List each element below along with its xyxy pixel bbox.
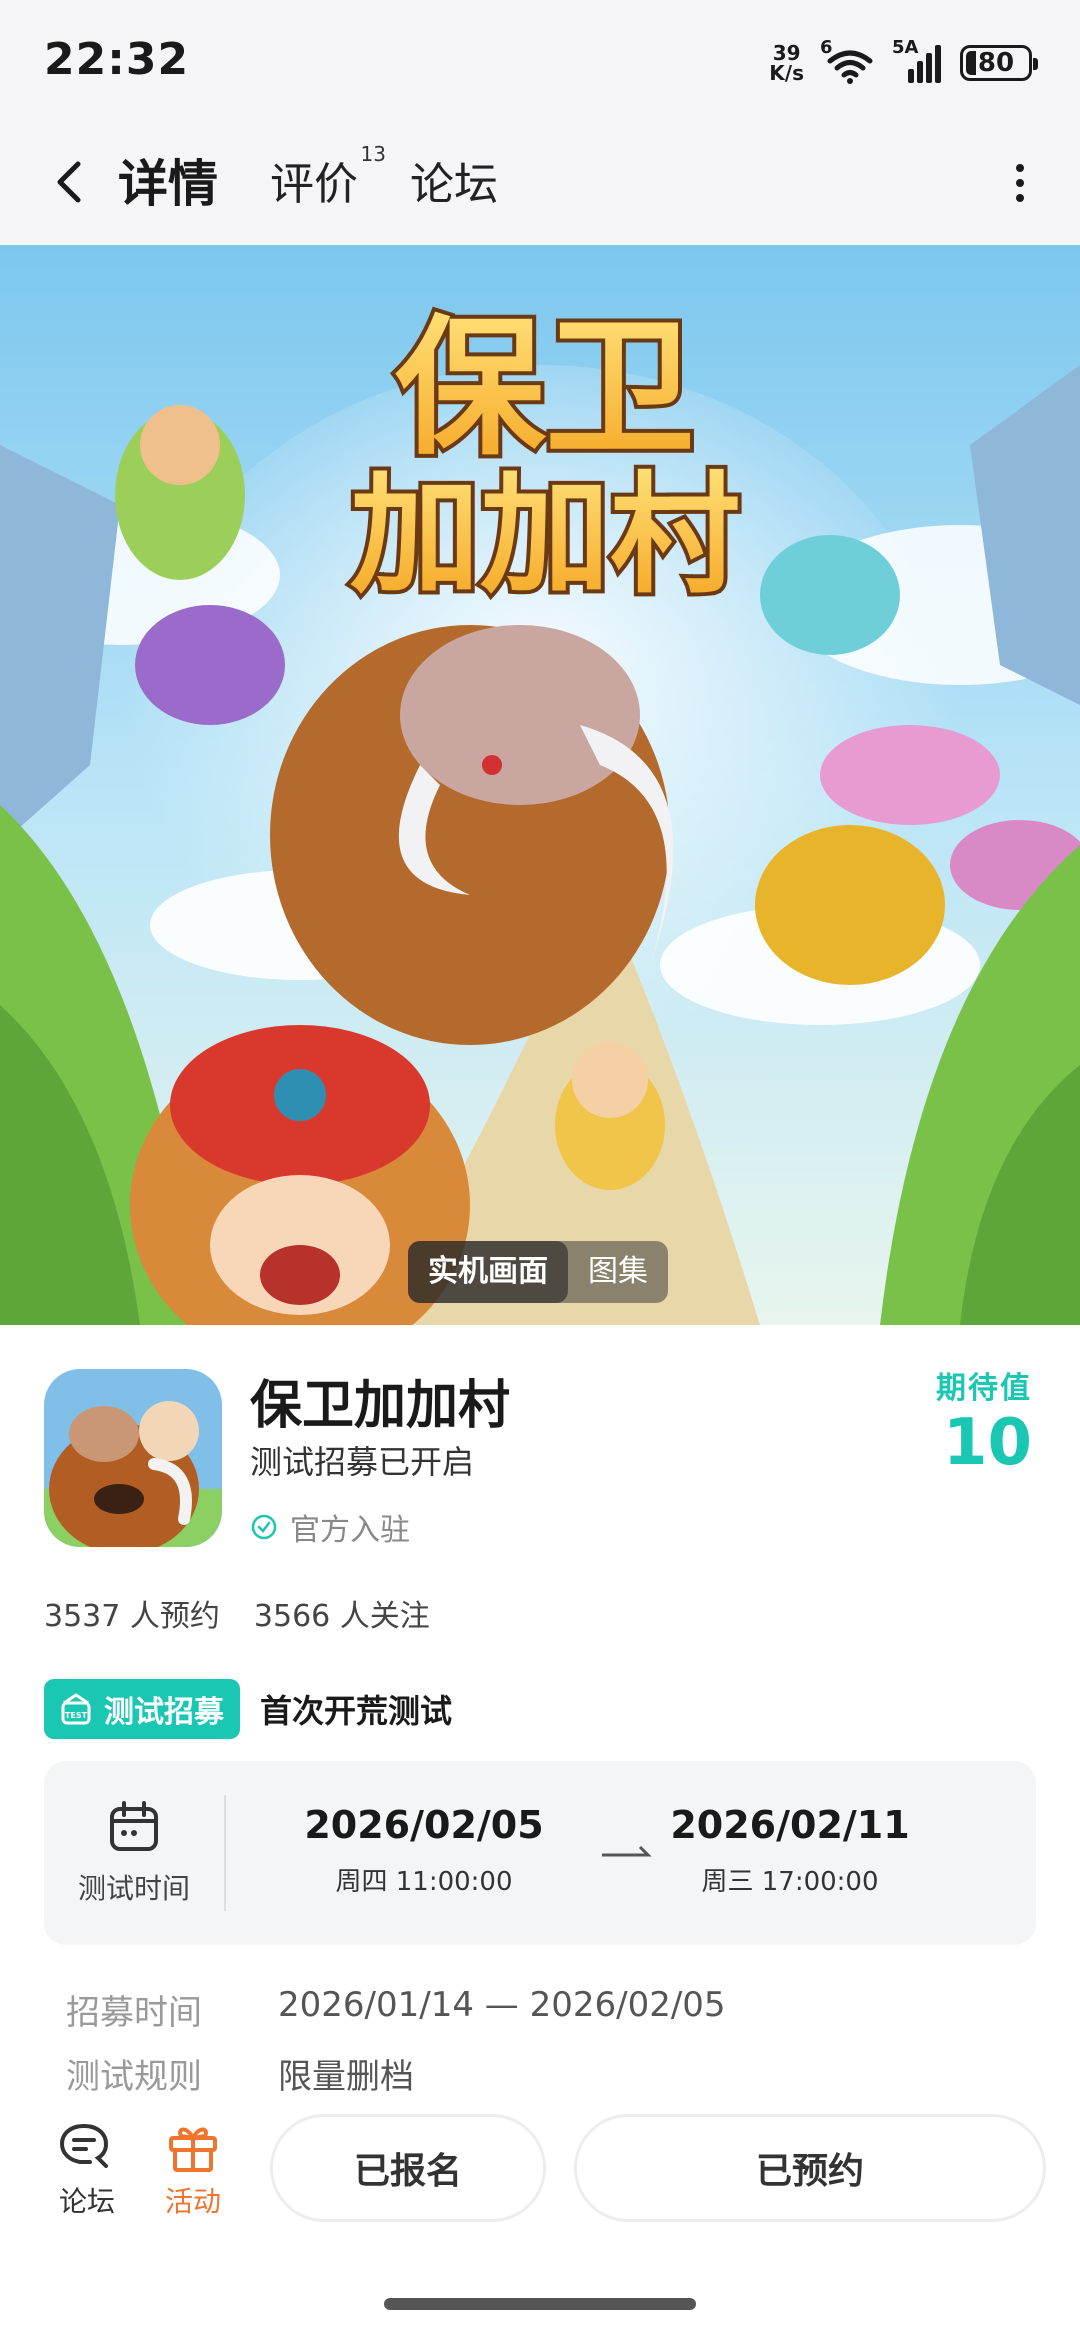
home-indicator[interactable]	[384, 2298, 696, 2310]
tab-detail[interactable]: 详情	[118, 144, 218, 216]
recruit-badge-label: 测试招募	[104, 1695, 224, 1730]
test-icon: TEST	[61, 1693, 91, 1725]
review-count-badge: 13	[360, 142, 386, 166]
header: 详情 评价 13 论坛	[0, 120, 1080, 245]
chevron-left-icon	[57, 161, 81, 203]
status-time: 22:32	[44, 34, 190, 85]
recruit-period-value: 2026/01/14 — 2026/02/05	[278, 1985, 726, 2025]
game-logo: 保卫 加加村	[346, 298, 744, 615]
game-key-art: 保卫 加加村	[0, 245, 1080, 1325]
activity-shortcut-label: 活动	[164, 2185, 221, 2218]
reserved-button[interactable]: 已预约	[574, 2114, 1046, 2222]
test-time-card: 测试时间 2026/02/05 周四 11:00:00 2026/02/11 周…	[44, 1761, 1036, 1945]
reservation-count: 3537 人预约	[44, 1599, 220, 1634]
svg-text:TEST: TEST	[65, 1711, 88, 1720]
check-circle-icon	[251, 1514, 277, 1540]
follower-count: 3566 人关注	[253, 1599, 430, 1634]
official-badge: 官方入驻	[250, 1505, 410, 1549]
tab-forum-label: 论坛	[410, 159, 498, 210]
expectation-value: 10	[942, 1406, 1032, 1480]
test-end: 2026/02/11 周三 17:00:00	[640, 1803, 940, 1898]
recruit-row: TEST 测试招募 首次开荒测试	[44, 1679, 452, 1739]
tab-detail-label: 详情	[118, 155, 218, 213]
recruit-period-row: 招募时间 2026/01/14 — 2026/02/05	[66, 1985, 726, 2034]
wifi-icon: 6	[820, 37, 876, 85]
status-icons: 39 K/s 6 5A 80	[769, 37, 1038, 88]
battery-icon: 80	[960, 45, 1038, 81]
tab-review[interactable]: 评价 13	[270, 142, 386, 212]
game-stats: 3537 人预约 3566 人关注	[44, 1591, 430, 1635]
forum-icon	[59, 2124, 109, 2168]
test-time-label: 测试时间	[77, 1872, 190, 1905]
forum-shortcut-label: 论坛	[58, 2185, 115, 2218]
tab-review-label: 评价	[270, 159, 358, 210]
official-label: 官方入驻	[290, 1513, 410, 1548]
back-button[interactable]	[40, 150, 104, 214]
test-rule-row: 测试规则 限量删档	[66, 2049, 414, 2098]
expectation-label: 期待值	[936, 1371, 1032, 1406]
battery-level: 80	[975, 48, 1017, 78]
test-start: 2026/02/05 周四 11:00:00	[274, 1803, 574, 1898]
media-option-gallery[interactable]: 图集	[568, 1241, 668, 1303]
recruit-name: 首次开荒测试	[260, 1692, 453, 1730]
more-dot-icon	[1016, 164, 1024, 172]
test-end-date: 2026/02/11	[670, 1803, 910, 1847]
test-time-header: 测试时间	[44, 1761, 224, 1945]
tab-forum[interactable]: 论坛	[410, 148, 498, 212]
logo-line-1: 保卫	[395, 302, 695, 476]
more-options-button[interactable]	[1000, 158, 1040, 208]
media-switch: 实机画面 图集	[408, 1241, 668, 1303]
game-title: 保卫加加村	[250, 1376, 511, 1436]
test-start-time: 周四 11:00:00	[335, 1867, 513, 1897]
test-rule-value: 限量删档	[278, 2057, 414, 2097]
net-speed-value: 39	[772, 41, 801, 65]
wifi-tag: 6	[820, 37, 833, 58]
game-banner[interactable]: 保卫 加加村 实机画面 图集	[0, 245, 1080, 1325]
test-end-time: 周三 17:00:00	[701, 1867, 879, 1897]
activity-shortcut[interactable]: 活动	[148, 2120, 238, 2220]
recruit-period-key: 招募时间	[66, 1993, 202, 2033]
game-subtitle: 测试招募已开启	[250, 1443, 475, 1481]
test-rule-key: 测试规则	[66, 2057, 202, 2097]
calendar-icon	[110, 1801, 158, 1851]
more-dot-icon	[1016, 179, 1024, 187]
net-speed: 39 K/s	[769, 43, 804, 83]
more-dot-icon	[1016, 194, 1024, 202]
recruit-badge: TEST 测试招募	[44, 1679, 240, 1739]
divider	[224, 1795, 226, 1911]
status-bar: 22:32 39 K/s 6 5A 80	[0, 0, 1080, 120]
logo-line-2: 加加村	[350, 459, 740, 611]
net-speed-unit: K/s	[769, 61, 804, 85]
signal-icon: 5A	[892, 37, 944, 85]
forum-shortcut[interactable]: 论坛	[42, 2120, 132, 2220]
signed-up-button[interactable]: 已报名	[270, 2114, 546, 2222]
expectation-score: 期待值 10	[936, 1363, 1032, 1479]
test-start-date: 2026/02/05	[304, 1803, 544, 1847]
app-icon	[44, 1369, 222, 1547]
signal-tag: 5A	[892, 37, 919, 58]
gift-icon	[169, 2127, 217, 2172]
bottom-action-bar: 论坛 活动 已报名 已预约	[0, 2100, 1080, 2250]
media-option-gameplay[interactable]: 实机画面	[408, 1241, 568, 1303]
